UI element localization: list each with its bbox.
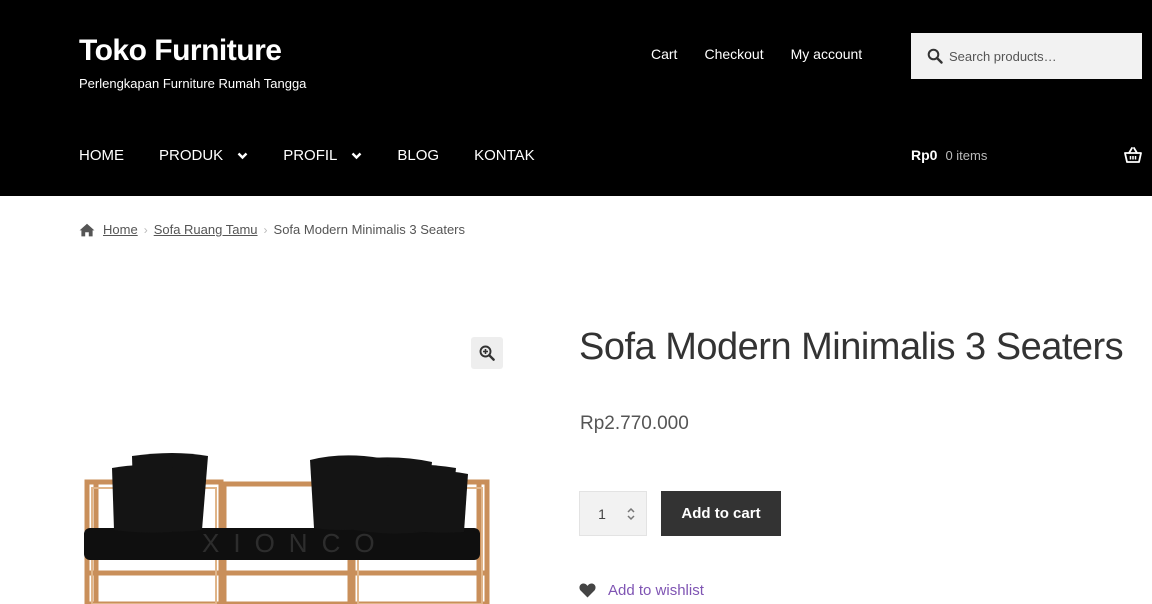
site-header: Toko Furniture Perlengkapan Furniture Ru… [0, 0, 1152, 196]
spinner-arrows-icon [627, 507, 635, 520]
header-cart[interactable]: Rp0 0 items [911, 147, 987, 163]
breadcrumb-separator: › [143, 222, 148, 237]
breadcrumb-category[interactable]: Sofa Ruang Tamu [154, 222, 258, 237]
zoom-button[interactable] [471, 337, 503, 369]
search-icon [927, 48, 943, 64]
add-to-cart-button[interactable]: Add to cart [661, 491, 781, 536]
nav-item-label: PROFIL [283, 147, 338, 164]
chevron-down-icon [352, 152, 362, 159]
site-tagline: Perlengkapan Furniture Rumah Tangga [79, 76, 307, 91]
zoom-in-icon [479, 345, 495, 361]
cart-link[interactable]: Cart [651, 46, 677, 62]
add-to-wishlist-link[interactable]: Add to wishlist [608, 582, 704, 599]
site-title[interactable]: Toko Furniture [79, 34, 282, 68]
search-box[interactable] [911, 33, 1142, 79]
chevron-down-icon [237, 152, 248, 159]
nav-item-label: PRODUK [159, 147, 224, 164]
breadcrumb: Home › Sofa Ruang Tamu › Sofa Modern Min… [79, 222, 465, 237]
breadcrumb-separator: › [263, 222, 268, 237]
cart-amount: Rp0 [911, 147, 938, 163]
nav-item-profil[interactable]: PROFIL [283, 147, 362, 164]
nav-item-blog[interactable]: BLOG [397, 147, 439, 164]
cart-count: 0 items [945, 148, 988, 163]
product-image[interactable]: XIONCO [84, 448, 490, 604]
nav-item-home[interactable]: HOME [79, 147, 124, 164]
heart-icon[interactable] [579, 583, 596, 598]
nav-item-label: BLOG [397, 147, 440, 164]
quantity-stepper[interactable] [579, 491, 647, 536]
wishlist: Add to wishlist [579, 582, 704, 599]
search-input[interactable] [949, 48, 1129, 64]
breadcrumb-home[interactable]: Home [103, 222, 138, 237]
secondary-nav: Cart Checkout My account [651, 46, 862, 62]
nav-item-label: HOME [79, 147, 124, 164]
nav-item-kontak[interactable]: KONTAK [474, 147, 535, 164]
checkout-link[interactable]: Checkout [704, 46, 763, 62]
primary-nav: HOME PRODUK PROFIL BLOG KONTAK [79, 147, 570, 164]
nav-item-label: KONTAK [474, 147, 535, 164]
nav-item-produk[interactable]: PRODUK [159, 147, 248, 164]
quantity-spinner[interactable] [624, 506, 638, 522]
quantity-input[interactable] [580, 505, 624, 522]
basket-icon[interactable] [1124, 147, 1142, 163]
watermark-text: XIONCO [202, 528, 389, 558]
my-account-link[interactable]: My account [791, 46, 863, 62]
product-title: Sofa Modern Minimalis 3 Seaters [579, 326, 1124, 368]
breadcrumb-current: Sofa Modern Minimalis 3 Seaters [273, 222, 466, 237]
product-price: Rp2.770.000 [580, 413, 689, 434]
home-icon [79, 223, 95, 236]
